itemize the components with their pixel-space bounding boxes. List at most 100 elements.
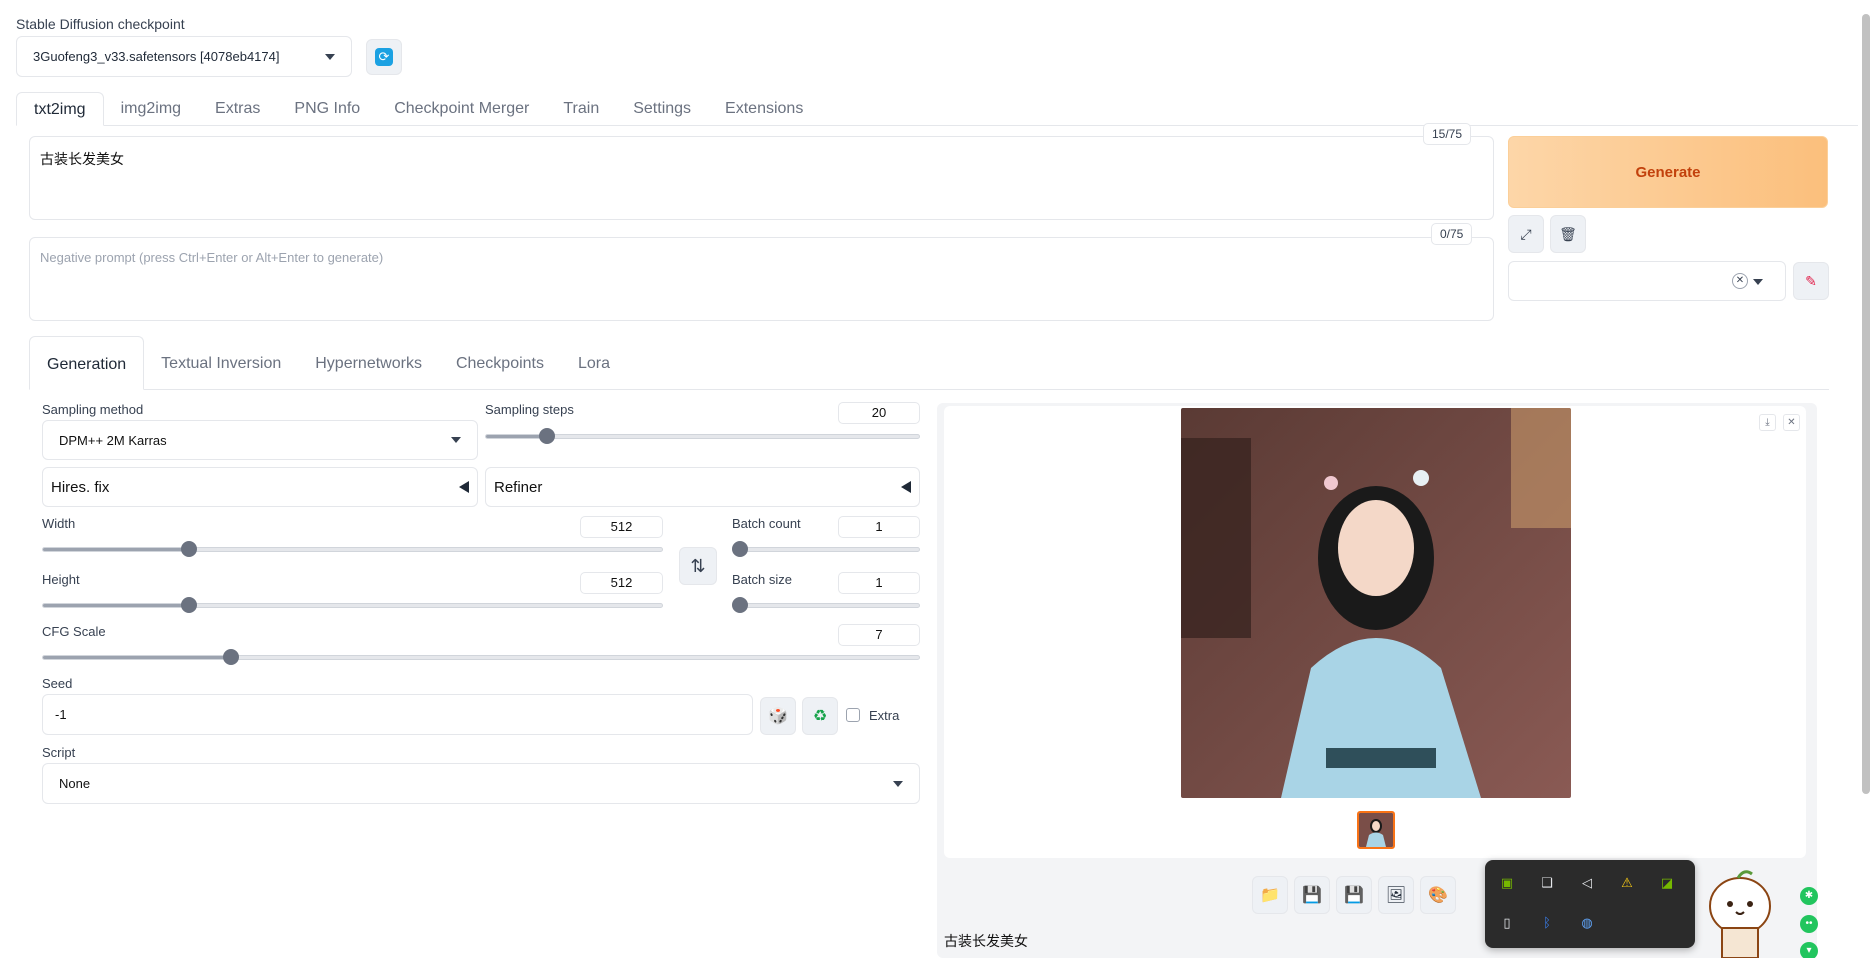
tab-textual-inversion[interactable]: Textual Inversion: [144, 336, 298, 390]
tab-lora[interactable]: Lora: [561, 336, 627, 390]
reuse-seed-button[interactable]: ♻: [802, 697, 838, 735]
generate-button[interactable]: Generate: [1508, 136, 1828, 208]
chevron-down-icon: [451, 437, 461, 443]
clear-style-icon[interactable]: ✕: [1732, 273, 1748, 289]
palette-icon: 🎨: [1428, 887, 1448, 904]
bluetooth-icon[interactable]: ᛒ: [1537, 913, 1557, 933]
swap-dimensions-button[interactable]: ⇅: [679, 547, 717, 585]
script-label: Script: [42, 745, 76, 760]
usb-drive-icon[interactable]: ▯: [1497, 913, 1517, 933]
height-fill: [43, 604, 186, 607]
tab-extensions[interactable]: Extensions: [708, 92, 820, 126]
collapse-triangle-icon: [459, 481, 469, 493]
batch-size-thumb[interactable]: [732, 597, 748, 613]
gallery-thumbnail[interactable]: [1357, 811, 1395, 849]
tab-checkpoint-merger[interactable]: Checkpoint Merger: [377, 92, 546, 126]
height-thumb[interactable]: [181, 597, 198, 613]
checkpoint-value: 3Guofeng3_v33.safetensors [4078eb4174]: [33, 49, 280, 64]
globe-icon[interactable]: ◍: [1577, 913, 1597, 933]
prompt-token-counter: 15/75: [1423, 123, 1472, 145]
batch-count-input[interactable]: 1: [838, 516, 920, 538]
scrollbar-thumb[interactable]: [1862, 14, 1870, 794]
output-caption: 古装长发美女: [944, 933, 1028, 949]
refiner-label: Refiner: [494, 478, 543, 496]
system-tray-popup: ▣ ❑ ◁ ⚠ ◪ ▯ ᛒ ◍: [1485, 860, 1695, 948]
main-tabs: txt2img img2img Extras PNG Info Checkpoi…: [16, 92, 1858, 126]
tab-train[interactable]: Train: [546, 92, 616, 126]
tab-generation[interactable]: Generation: [29, 336, 145, 390]
read-params-button[interactable]: ⤢: [1508, 215, 1544, 253]
side-app-icon-3[interactable]: ▾: [1800, 942, 1818, 958]
sampling-method-label: Sampling method: [42, 402, 144, 417]
hires-fix-accordion[interactable]: Hires. fix: [42, 467, 478, 507]
cfg-scale-label: CFG Scale: [42, 624, 106, 639]
generation-subtabs: Generation Textual Inversion Hypernetwor…: [29, 336, 1829, 390]
refiner-accordion[interactable]: Refiner: [485, 467, 920, 507]
close-icon[interactable]: ✕: [1783, 414, 1800, 431]
extra-seed-label: Extra: [869, 708, 900, 723]
nvidia-icon[interactable]: ▣: [1497, 873, 1517, 893]
tab-extras[interactable]: Extras: [198, 92, 277, 126]
webui-page: Stable Diffusion checkpoint 3Guofeng3_v3…: [0, 0, 1872, 958]
styles-chevron-down-icon: [1753, 279, 1763, 285]
generated-image[interactable]: [1181, 408, 1571, 798]
seed-input[interactable]: -1: [42, 694, 753, 735]
cfg-scale-slider[interactable]: [42, 655, 920, 660]
side-app-icon-2[interactable]: ••: [1800, 915, 1818, 933]
batch-count-slider[interactable]: [732, 547, 920, 552]
side-app-icon-1[interactable]: ✱: [1800, 887, 1818, 905]
random-seed-button[interactable]: 🎲: [760, 697, 796, 735]
width-thumb[interactable]: [181, 541, 198, 557]
chevron-down-icon: [893, 780, 903, 787]
floppy-icon: 💾: [1302, 887, 1322, 904]
checkpoint-select[interactable]: 3Guofeng3_v33.safetensors [4078eb4174]: [16, 36, 352, 77]
pencil-icon: ✎: [1805, 272, 1817, 289]
height-label: Height: [42, 572, 80, 587]
script-select[interactable]: None: [42, 763, 920, 804]
negative-prompt-token-counter: 0/75: [1431, 223, 1473, 245]
batch-size-input[interactable]: 1: [838, 572, 920, 594]
tab-checkpoints[interactable]: Checkpoints: [439, 336, 561, 390]
cfg-scale-input[interactable]: 7: [838, 624, 920, 646]
width-slider[interactable]: [42, 547, 663, 552]
warning-icon[interactable]: ⚠: [1617, 873, 1637, 893]
mascot-image: [1700, 866, 1780, 958]
tab-settings[interactable]: Settings: [616, 92, 708, 126]
speaker-icon[interactable]: ◁: [1577, 873, 1597, 893]
sampling-steps-thumb[interactable]: [539, 428, 556, 444]
cfg-scale-thumb[interactable]: [223, 649, 240, 665]
batch-count-label: Batch count: [732, 516, 801, 531]
sampling-steps-input[interactable]: 20: [838, 402, 920, 424]
extra-seed-checkbox[interactable]: [846, 708, 860, 722]
image-icon: 🖼: [1385, 887, 1407, 904]
batch-count-thumb[interactable]: [732, 541, 748, 557]
height-input[interactable]: 512: [580, 572, 663, 594]
checkpoint-label: Stable Diffusion checkpoint: [16, 16, 185, 32]
prompt-input[interactable]: 古装长发美女: [29, 136, 1494, 220]
clear-prompt-button[interactable]: 🗑: [1550, 215, 1586, 253]
sampling-steps-fill: [486, 435, 543, 438]
negative-prompt-input[interactable]: Negative prompt (press Ctrl+Enter or Alt…: [29, 237, 1494, 321]
tab-hypernetworks[interactable]: Hypernetworks: [298, 336, 439, 390]
width-input[interactable]: 512: [580, 516, 663, 538]
send-to-inpaint-button[interactable]: 🎨: [1420, 876, 1456, 914]
chevron-down-icon: [325, 53, 335, 60]
sampling-method-select[interactable]: DPM++ 2M Karras: [42, 420, 478, 460]
height-slider[interactable]: [42, 603, 663, 608]
edit-styles-button[interactable]: ✎: [1793, 262, 1829, 300]
window-icon[interactable]: ❑: [1537, 873, 1557, 893]
download-icon[interactable]: ⤓: [1759, 414, 1776, 431]
tab-img2img[interactable]: img2img: [104, 92, 198, 126]
send-to-img2img-button[interactable]: 🖼: [1378, 876, 1414, 914]
zip-button[interactable]: 💾: [1336, 876, 1372, 914]
refresh-checkpoint-button[interactable]: ⟳: [366, 39, 402, 75]
nvidia-geforce-icon[interactable]: ◪: [1657, 873, 1677, 893]
tab-txt2img[interactable]: txt2img: [16, 92, 104, 126]
save-button[interactable]: 💾: [1294, 876, 1330, 914]
trash-icon: 🗑: [1559, 225, 1577, 242]
mascot-art: [1709, 870, 1771, 958]
open-folder-button[interactable]: 📁: [1252, 876, 1288, 914]
tab-png-info[interactable]: PNG Info: [277, 92, 377, 126]
batch-size-slider[interactable]: [732, 603, 920, 608]
cfg-scale-fill: [43, 656, 227, 659]
